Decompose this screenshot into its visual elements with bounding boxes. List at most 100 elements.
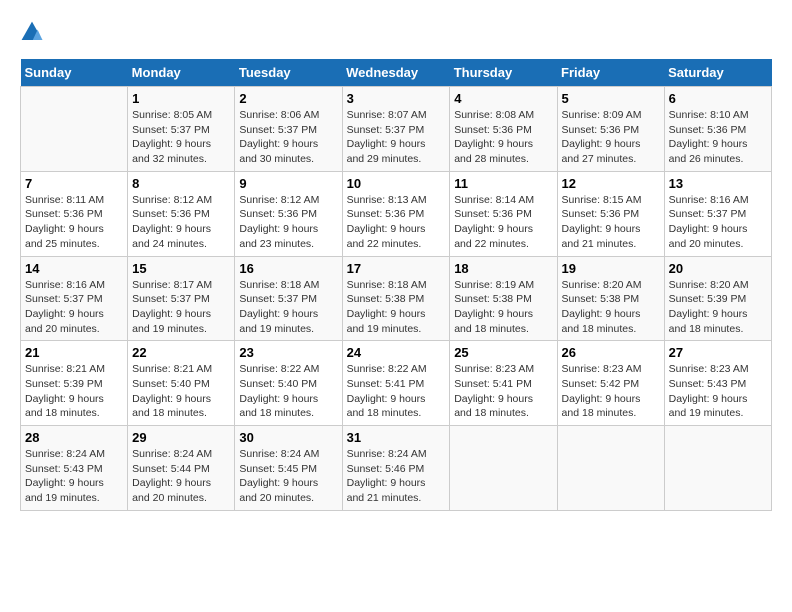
- day-number: 15: [132, 261, 230, 276]
- calendar-cell: 18 Sunrise: 8:19 AMSunset: 5:38 PMDayligh…: [450, 256, 557, 341]
- calendar-cell: [450, 426, 557, 511]
- calendar-cell: 8 Sunrise: 8:12 AMSunset: 5:36 PMDaylight…: [128, 171, 235, 256]
- calendar-cell: 28 Sunrise: 8:24 AMSunset: 5:43 PMDayligh…: [21, 426, 128, 511]
- day-header-monday: Monday: [128, 59, 235, 87]
- day-number: 5: [562, 91, 660, 106]
- day-header-tuesday: Tuesday: [235, 59, 342, 87]
- calendar-body: 1 Sunrise: 8:05 AMSunset: 5:37 PMDaylight…: [21, 87, 772, 511]
- day-info: Sunrise: 8:16 AMSunset: 5:37 PMDaylight:…: [669, 193, 767, 252]
- day-number: 2: [239, 91, 337, 106]
- day-number: 1: [132, 91, 230, 106]
- week-row-1: 1 Sunrise: 8:05 AMSunset: 5:37 PMDaylight…: [21, 87, 772, 172]
- day-info: Sunrise: 8:12 AMSunset: 5:36 PMDaylight:…: [239, 193, 337, 252]
- week-row-3: 14 Sunrise: 8:16 AMSunset: 5:37 PMDayligh…: [21, 256, 772, 341]
- day-number: 30: [239, 430, 337, 445]
- day-number: 4: [454, 91, 552, 106]
- day-info: Sunrise: 8:23 AMSunset: 5:43 PMDaylight:…: [669, 362, 767, 421]
- calendar-cell: 13 Sunrise: 8:16 AMSunset: 5:37 PMDayligh…: [664, 171, 771, 256]
- calendar-cell: 26Sunrise: 8:23 AMSunset: 5:42 PMDayligh…: [557, 341, 664, 426]
- calendar-cell: 14 Sunrise: 8:16 AMSunset: 5:37 PMDayligh…: [21, 256, 128, 341]
- calendar-cell: 21 Sunrise: 8:21 AMSunset: 5:39 PMDayligh…: [21, 341, 128, 426]
- day-number: 8: [132, 176, 230, 191]
- calendar-cell: [664, 426, 771, 511]
- week-row-2: 7 Sunrise: 8:11 AMSunset: 5:36 PMDaylight…: [21, 171, 772, 256]
- calendar-cell: 27Sunrise: 8:23 AMSunset: 5:43 PMDayligh…: [664, 341, 771, 426]
- calendar-cell: [557, 426, 664, 511]
- calendar-table: SundayMondayTuesdayWednesdayThursdayFrid…: [20, 59, 772, 511]
- day-number: 26: [562, 345, 660, 360]
- day-info: Sunrise: 8:22 AMSunset: 5:41 PMDaylight:…: [347, 362, 446, 421]
- day-number: 18: [454, 261, 552, 276]
- day-number: 19: [562, 261, 660, 276]
- day-number: 12: [562, 176, 660, 191]
- logo: [20, 20, 46, 49]
- day-info: Sunrise: 8:09 AMSunset: 5:36 PMDaylight:…: [562, 108, 660, 167]
- calendar-cell: 22Sunrise: 8:21 AMSunset: 5:40 PMDayligh…: [128, 341, 235, 426]
- calendar-cell: [21, 87, 128, 172]
- calendar-cell: 11 Sunrise: 8:14 AMSunset: 5:36 PMDayligh…: [450, 171, 557, 256]
- day-number: 10: [347, 176, 446, 191]
- day-number: 7: [25, 176, 123, 191]
- calendar-cell: 25Sunrise: 8:23 AMSunset: 5:41 PMDayligh…: [450, 341, 557, 426]
- day-info: Sunrise: 8:07 AMSunset: 5:37 PMDaylight:…: [347, 108, 446, 167]
- calendar-cell: 17Sunrise: 8:18 AMSunset: 5:38 PMDayligh…: [342, 256, 450, 341]
- day-info: Sunrise: 8:24 AMSunset: 5:44 PMDaylight:…: [132, 447, 230, 506]
- day-header-friday: Friday: [557, 59, 664, 87]
- day-number: 29: [132, 430, 230, 445]
- day-info: Sunrise: 8:12 AMSunset: 5:36 PMDaylight:…: [132, 193, 230, 252]
- calendar-header: SundayMondayTuesdayWednesdayThursdayFrid…: [21, 59, 772, 87]
- day-info: Sunrise: 8:10 AMSunset: 5:36 PMDaylight:…: [669, 108, 767, 167]
- header: [20, 20, 772, 49]
- calendar-cell: 16Sunrise: 8:18 AMSunset: 5:37 PMDayligh…: [235, 256, 342, 341]
- day-number: 22: [132, 345, 230, 360]
- calendar-cell: 7 Sunrise: 8:11 AMSunset: 5:36 PMDaylight…: [21, 171, 128, 256]
- calendar-cell: 4 Sunrise: 8:08 AMSunset: 5:36 PMDaylight…: [450, 87, 557, 172]
- day-info: Sunrise: 8:19 AMSunset: 5:38 PMDaylight:…: [454, 278, 552, 337]
- calendar-cell: 15Sunrise: 8:17 AMSunset: 5:37 PMDayligh…: [128, 256, 235, 341]
- week-row-5: 28 Sunrise: 8:24 AMSunset: 5:43 PMDayligh…: [21, 426, 772, 511]
- day-info: Sunrise: 8:08 AMSunset: 5:36 PMDaylight:…: [454, 108, 552, 167]
- day-number: 24: [347, 345, 446, 360]
- day-number: 14: [25, 261, 123, 276]
- day-number: 20: [669, 261, 767, 276]
- calendar-cell: 3Sunrise: 8:07 AMSunset: 5:37 PMDaylight…: [342, 87, 450, 172]
- day-number: 31: [347, 430, 446, 445]
- day-number: 25: [454, 345, 552, 360]
- day-info: Sunrise: 8:21 AMSunset: 5:39 PMDaylight:…: [25, 362, 123, 421]
- day-number: 13: [669, 176, 767, 191]
- day-info: Sunrise: 8:18 AMSunset: 5:38 PMDaylight:…: [347, 278, 446, 337]
- day-number: 21: [25, 345, 123, 360]
- calendar-cell: 12 Sunrise: 8:15 AMSunset: 5:36 PMDayligh…: [557, 171, 664, 256]
- calendar-cell: 2 Sunrise: 8:06 AMSunset: 5:37 PMDaylight…: [235, 87, 342, 172]
- calendar-cell: 9Sunrise: 8:12 AMSunset: 5:36 PMDaylight…: [235, 171, 342, 256]
- week-row-4: 21 Sunrise: 8:21 AMSunset: 5:39 PMDayligh…: [21, 341, 772, 426]
- days-of-week-row: SundayMondayTuesdayWednesdayThursdayFrid…: [21, 59, 772, 87]
- day-info: Sunrise: 8:16 AMSunset: 5:37 PMDaylight:…: [25, 278, 123, 337]
- day-info: Sunrise: 8:05 AMSunset: 5:37 PMDaylight:…: [132, 108, 230, 167]
- day-info: Sunrise: 8:24 AMSunset: 5:45 PMDaylight:…: [239, 447, 337, 506]
- day-info: Sunrise: 8:11 AMSunset: 5:36 PMDaylight:…: [25, 193, 123, 252]
- day-header-thursday: Thursday: [450, 59, 557, 87]
- day-info: Sunrise: 8:22 AMSunset: 5:40 PMDaylight:…: [239, 362, 337, 421]
- logo-icon: [20, 20, 44, 44]
- calendar-cell: 24 Sunrise: 8:22 AMSunset: 5:41 PMDayligh…: [342, 341, 450, 426]
- day-info: Sunrise: 8:14 AMSunset: 5:36 PMDaylight:…: [454, 193, 552, 252]
- day-info: Sunrise: 8:20 AMSunset: 5:39 PMDaylight:…: [669, 278, 767, 337]
- day-header-wednesday: Wednesday: [342, 59, 450, 87]
- calendar-cell: 19 Sunrise: 8:20 AMSunset: 5:38 PMDayligh…: [557, 256, 664, 341]
- day-number: 23: [239, 345, 337, 360]
- day-header-sunday: Sunday: [21, 59, 128, 87]
- calendar-cell: 10Sunrise: 8:13 AMSunset: 5:36 PMDayligh…: [342, 171, 450, 256]
- day-info: Sunrise: 8:06 AMSunset: 5:37 PMDaylight:…: [239, 108, 337, 167]
- calendar-cell: 23 Sunrise: 8:22 AMSunset: 5:40 PMDayligh…: [235, 341, 342, 426]
- calendar-cell: 5 Sunrise: 8:09 AMSunset: 5:36 PMDaylight…: [557, 87, 664, 172]
- day-number: 28: [25, 430, 123, 445]
- day-number: 6: [669, 91, 767, 106]
- day-number: 16: [239, 261, 337, 276]
- day-info: Sunrise: 8:15 AMSunset: 5:36 PMDaylight:…: [562, 193, 660, 252]
- day-info: Sunrise: 8:24 AMSunset: 5:46 PMDaylight:…: [347, 447, 446, 506]
- calendar-cell: 29 Sunrise: 8:24 AMSunset: 5:44 PMDayligh…: [128, 426, 235, 511]
- day-info: Sunrise: 8:20 AMSunset: 5:38 PMDaylight:…: [562, 278, 660, 337]
- day-number: 11: [454, 176, 552, 191]
- day-info: Sunrise: 8:24 AMSunset: 5:43 PMDaylight:…: [25, 447, 123, 506]
